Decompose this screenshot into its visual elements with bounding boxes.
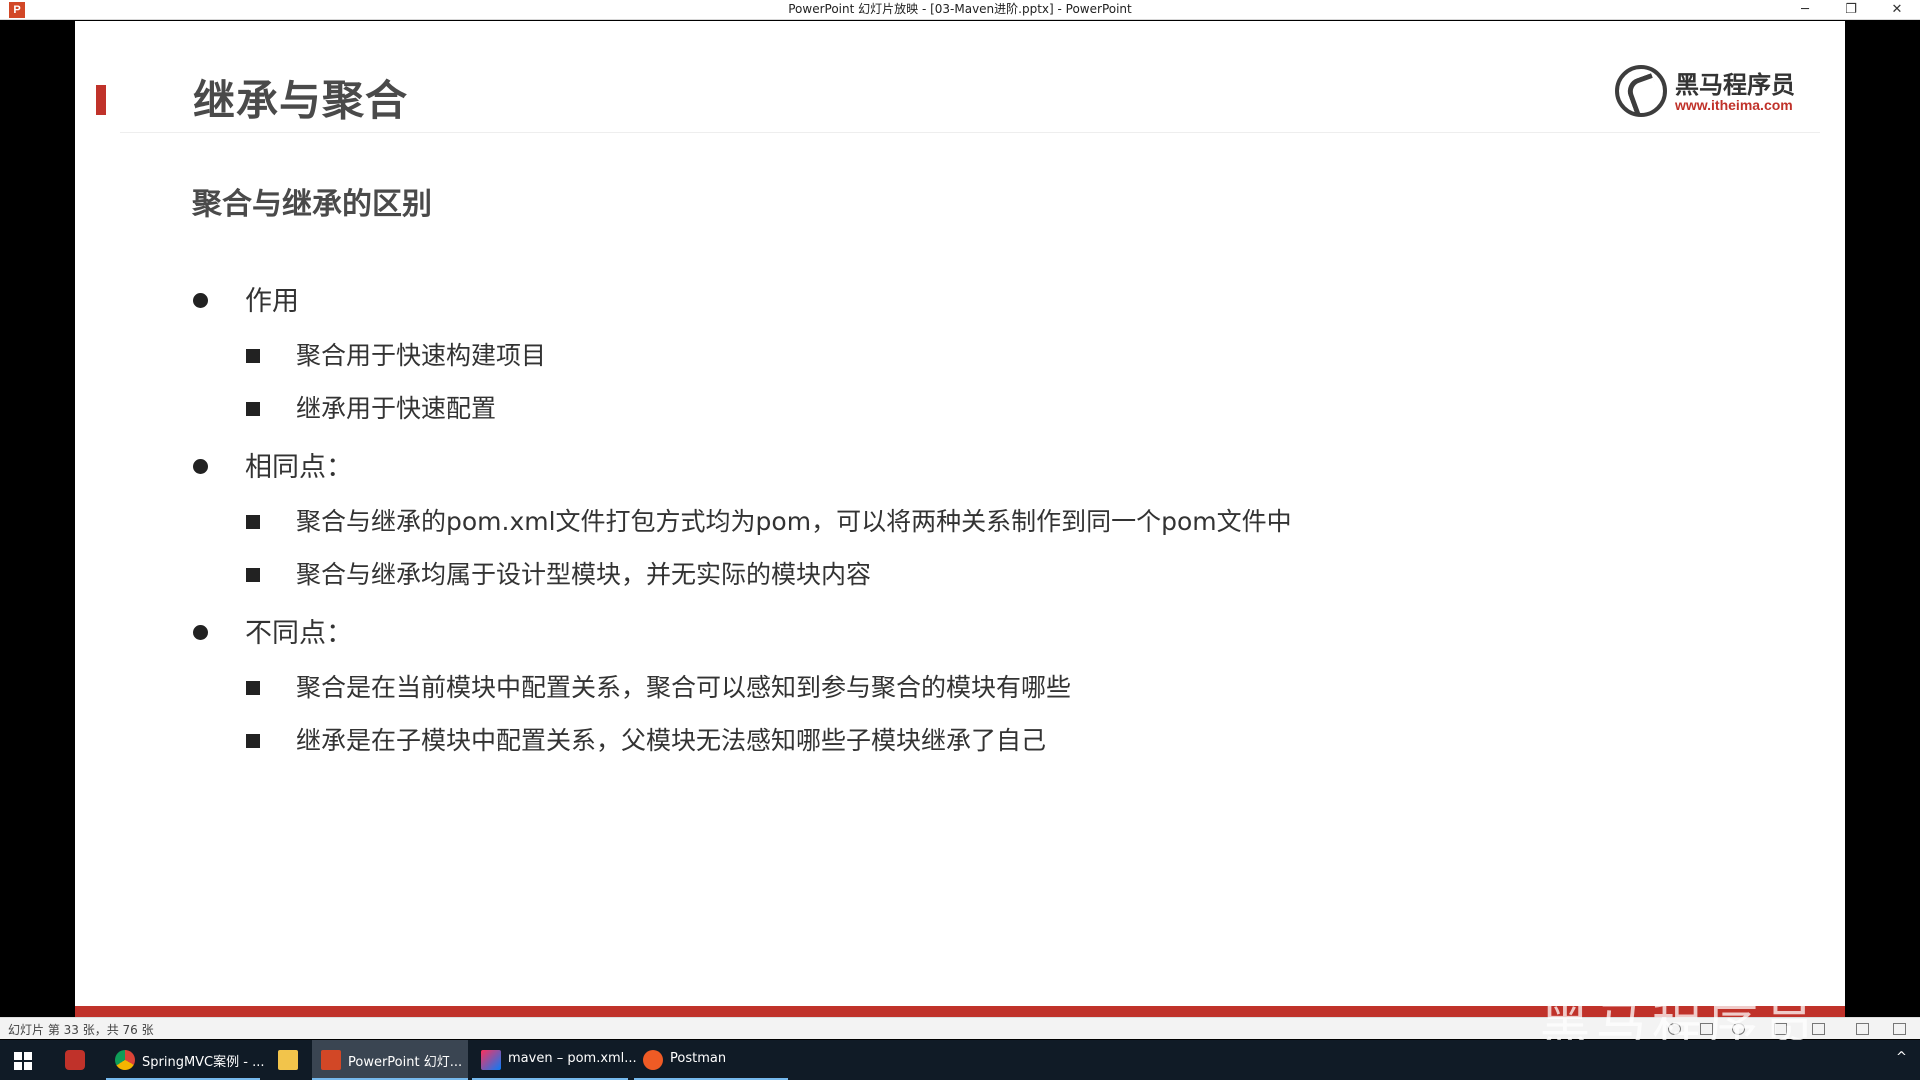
comments-icon[interactable]: [1893, 1023, 1906, 1035]
bullet-item-text: 聚合是在当前模块中配置关系，聚合可以感知到参与聚合的模块有哪些: [296, 673, 1072, 702]
start-button[interactable]: [0, 1040, 46, 1080]
reading-view-icon[interactable]: [1856, 1023, 1869, 1035]
chevron-up-icon: ^: [1896, 1050, 1907, 1065]
taskbar-label: maven – pom.xml...: [508, 1051, 637, 1066]
minimize-button[interactable]: ─: [1782, 0, 1828, 20]
taskbar-label: PowerPoint 幻灯...: [348, 1055, 463, 1070]
close-button[interactable]: ✕: [1874, 0, 1920, 20]
app-grid-icon: [65, 1050, 85, 1070]
taskbar-item-intellij[interactable]: maven – pom.xml...: [472, 1040, 637, 1080]
logo-url: www.itheima.com: [1675, 97, 1793, 113]
chrome-icon: [115, 1050, 135, 1070]
slide[interactable]: 继承与聚合 黑马程序员 www.itheima.com 聚合与继承的区别 作用 …: [75, 21, 1845, 1017]
postman-icon: [643, 1050, 663, 1070]
slide-subtitle: 聚合与继承的区别: [192, 187, 432, 222]
taskbar-item-powerpoint[interactable]: PowerPoint 幻灯...: [312, 1040, 468, 1080]
slide-counter: 幻灯片 第 33 张，共 76 张: [8, 1023, 154, 1037]
bullet-square-icon: [246, 681, 260, 695]
bullet-dot-icon: [193, 625, 208, 640]
folder-icon: [278, 1050, 298, 1070]
show-hidden-icons-button[interactable]: ^: [1886, 1040, 1916, 1080]
bullet-item-text: 继承用于快速配置: [296, 394, 497, 423]
bullet-square-icon: [246, 349, 260, 363]
bullet-dot-icon: [193, 459, 208, 474]
horse-logo-icon: [1615, 65, 1667, 117]
logo-name: 黑马程序员: [1675, 71, 1795, 99]
bullet-dot-icon: [193, 293, 208, 308]
taskbar-app-pinned[interactable]: [58, 1040, 92, 1080]
intellij-icon: [481, 1050, 501, 1070]
title-divider: [120, 132, 1820, 133]
windows-icon: [14, 1052, 32, 1070]
powerpoint-icon: [321, 1050, 341, 1070]
slide-title: 继承与聚合: [193, 76, 409, 125]
taskbar-label: SpringMVC案例 - ...: [142, 1055, 265, 1070]
bullet-heading-text: 相同点：: [245, 452, 353, 483]
taskbar: SpringMVC案例 - ... PowerPoint 幻灯... maven…: [0, 1040, 1920, 1080]
itheima-logo: 黑马程序员 www.itheima.com: [1615, 63, 1805, 123]
taskbar-item-postman[interactable]: Postman: [634, 1040, 788, 1080]
bullet-item-text: 继承是在子模块中配置关系，父模块无法感知哪些子模块继承了自己: [296, 726, 1047, 755]
taskbar-item-explorer[interactable]: [270, 1040, 306, 1080]
bullet-heading-text: 作用: [245, 286, 299, 317]
taskbar-label: Postman: [670, 1051, 727, 1066]
window-title: PowerPoint 幻灯片放映 - [03-Maven进阶.pptx] - P…: [788, 2, 1132, 16]
bullet-square-icon: [246, 402, 260, 416]
bullet-item-text: 聚合用于快速构建项目: [296, 341, 547, 370]
bullet-square-icon: [246, 515, 260, 529]
bullet-item-text: 聚合与继承均属于设计型模块，并无实际的模块内容: [296, 560, 872, 589]
restore-button[interactable]: ❐: [1828, 0, 1874, 20]
bullet-square-icon: [246, 734, 260, 748]
window-titlebar: P PowerPoint 幻灯片放映 - [03-Maven进阶.pptx] -…: [0, 0, 1920, 20]
title-accent-marker: [96, 85, 106, 115]
bullet-item-text: 聚合与继承的pom.xml文件打包方式均为pom，可以将两种关系制作到同一个po…: [296, 507, 1292, 536]
bullet-square-icon: [246, 568, 260, 582]
taskbar-item-chrome[interactable]: SpringMVC案例 - ...: [106, 1040, 265, 1080]
bullet-heading-text: 不同点：: [245, 618, 353, 649]
